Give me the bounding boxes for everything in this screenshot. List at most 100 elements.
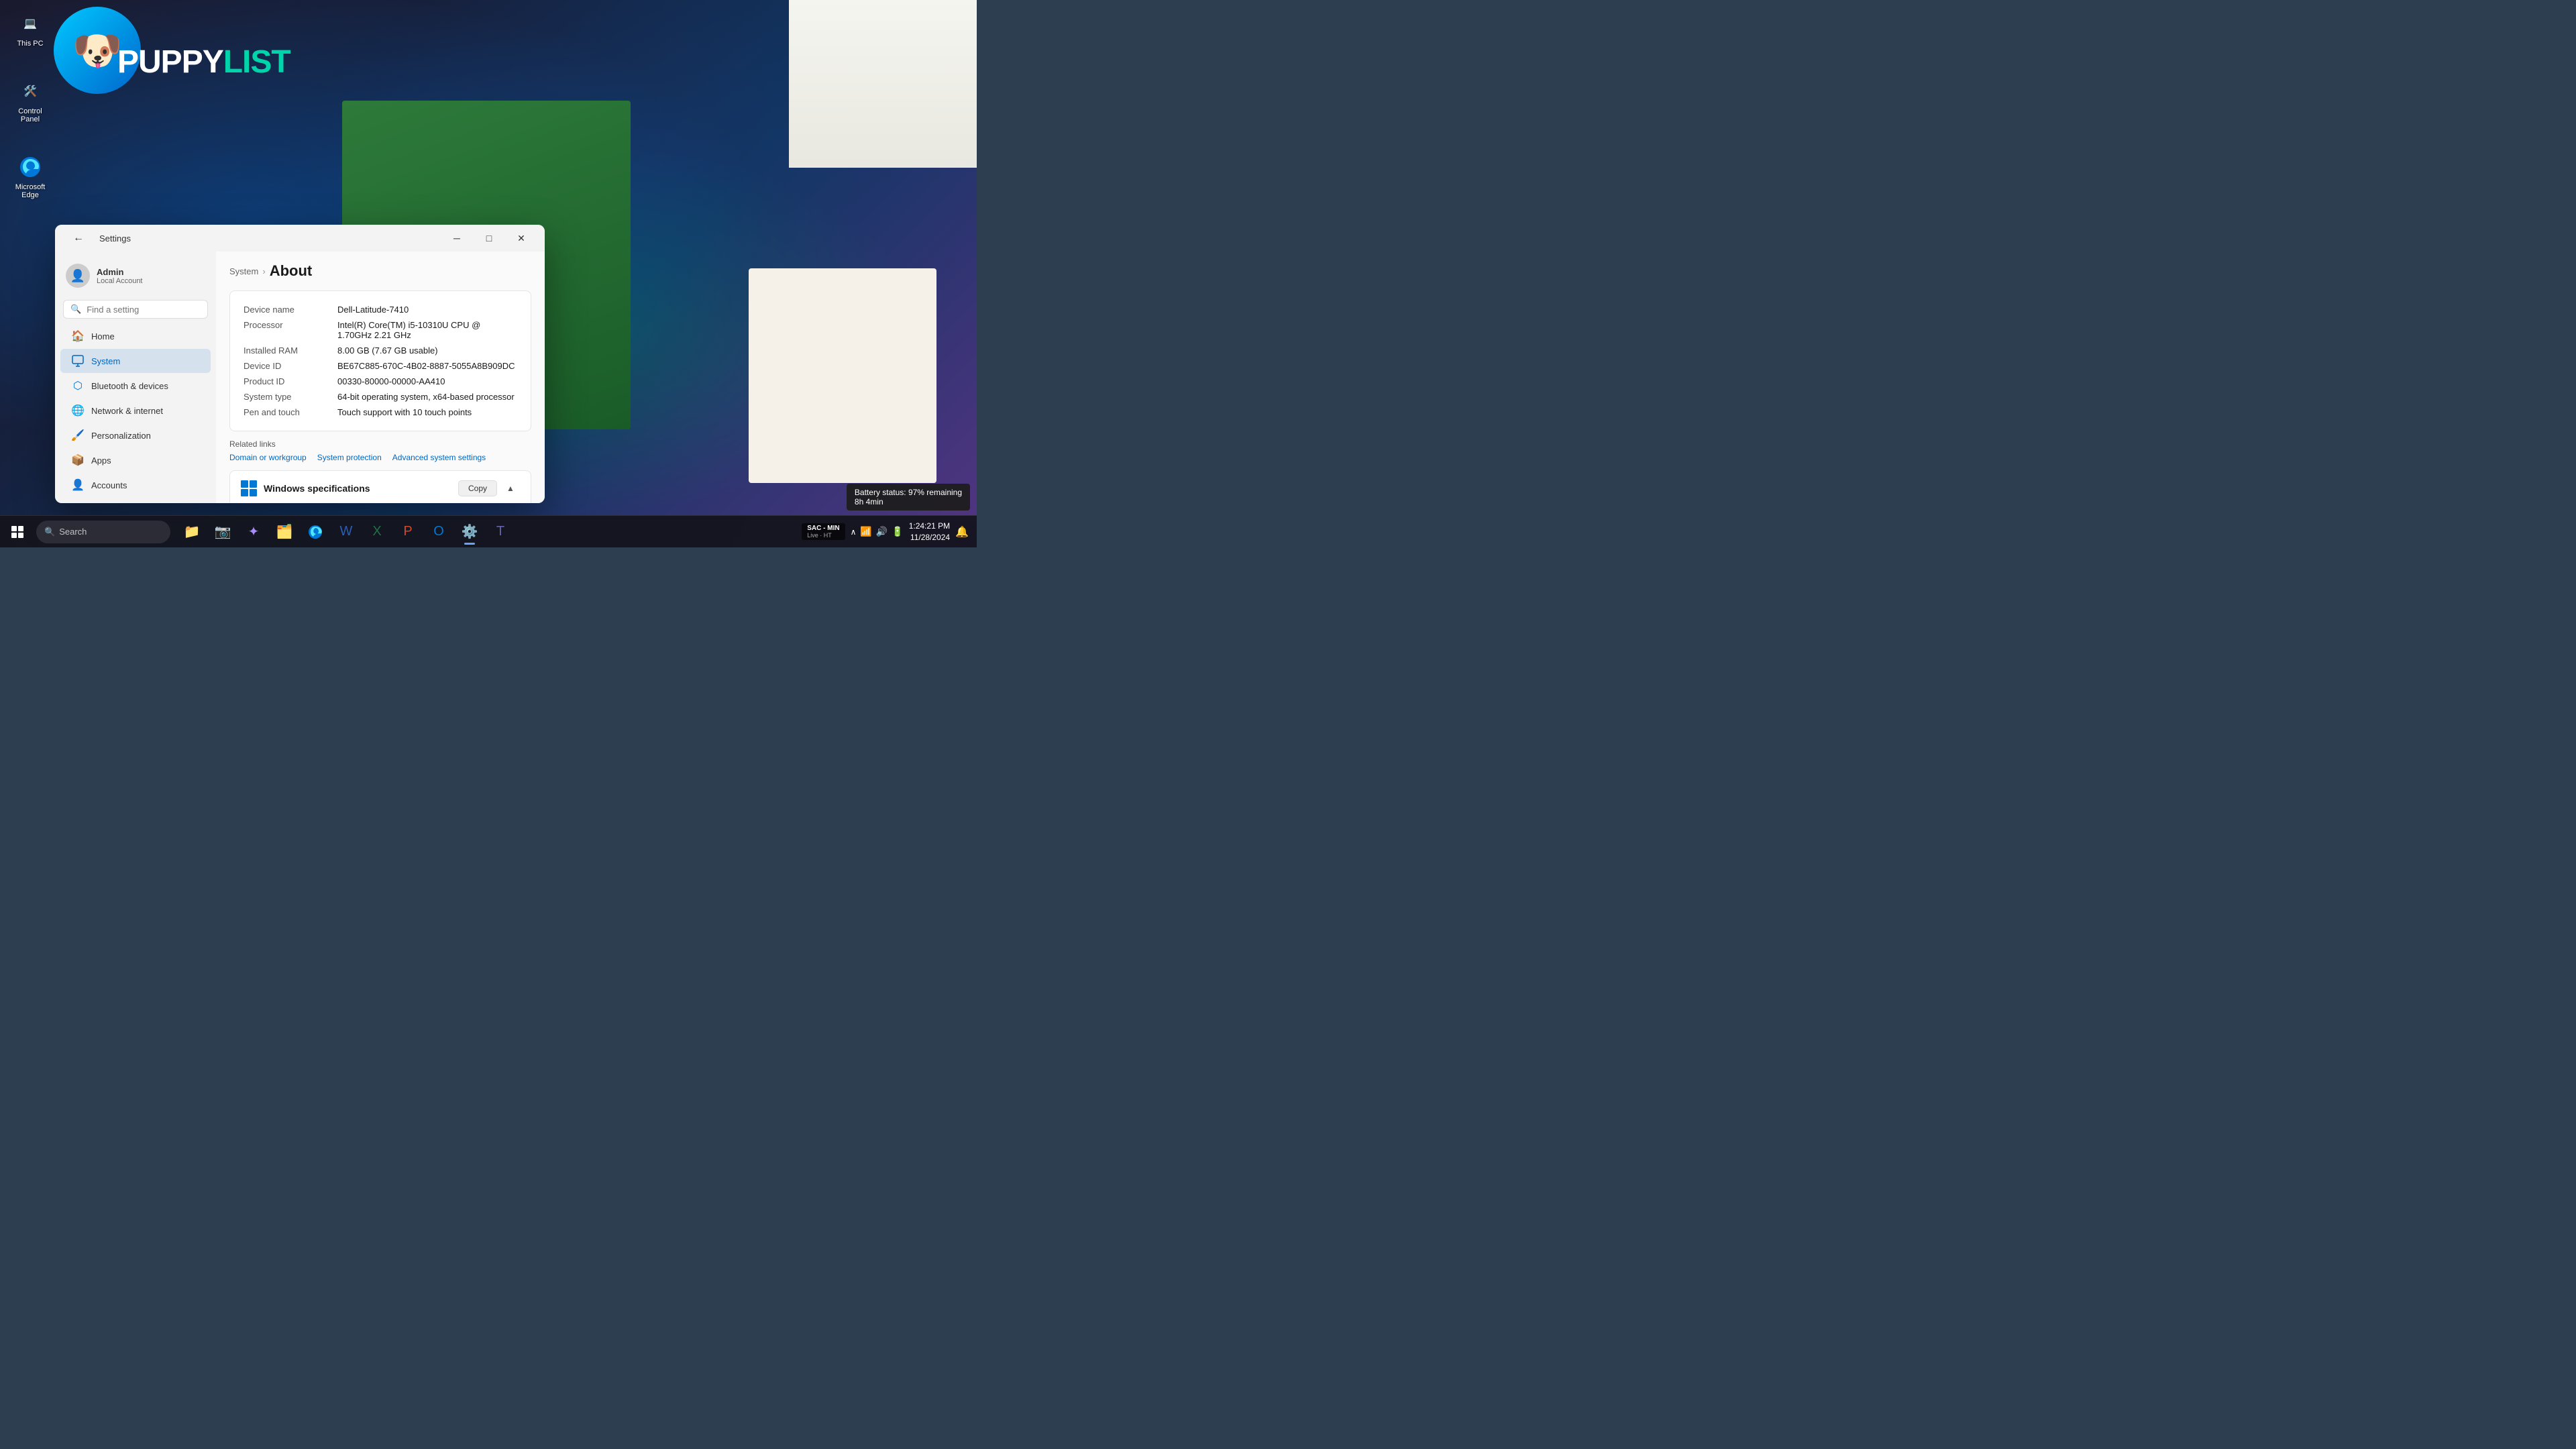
taskbar-app-photos[interactable]: 📷	[208, 517, 237, 547]
taskbar-app-word[interactable]: W	[331, 517, 361, 547]
network-icon: 🌐	[71, 404, 85, 417]
sidebar-item-system-label: System	[91, 356, 120, 366]
windows-specs-section: Windows specifications Copy ▲ Edition Wi…	[229, 470, 531, 503]
edge-taskbar-icon	[308, 525, 323, 539]
back-button[interactable]: ←	[63, 227, 94, 249]
taskbar-search[interactable]: 🔍 Search	[36, 521, 170, 543]
sidebar-item-bluetooth-label: Bluetooth & devices	[91, 381, 168, 391]
window-title: Settings	[99, 233, 131, 244]
close-button[interactable]: ✕	[506, 227, 537, 249]
sidebar-item-home[interactable]: 🏠 Home	[60, 324, 211, 348]
win-q2	[18, 526, 23, 531]
taskbar-search-icon: 🔍	[44, 527, 55, 537]
battery-tooltip: Battery status: 97% remaining 8h 4min	[847, 484, 970, 511]
battery-icon[interactable]: 🔋	[892, 526, 903, 537]
minimize-button[interactable]: ─	[441, 227, 472, 249]
user-name: Admin	[97, 267, 143, 277]
sidebar-item-time[interactable]: 🕐 Time & language	[60, 498, 211, 503]
settings-sidebar: 👤 Admin Local Account 🔍 🏠 Home	[55, 252, 216, 503]
breadcrumb: System › About	[229, 262, 531, 280]
taskbar-app-teams[interactable]: T	[486, 517, 515, 547]
desktop-icon-control-panel[interactable]: 🛠️ Control Panel	[7, 74, 54, 127]
personalization-icon: 🖌️	[71, 429, 85, 442]
chevron-up-icon[interactable]: ∧	[851, 527, 857, 537]
copy-button[interactable]: Copy	[458, 480, 497, 496]
win-specs-controls: Copy ▲	[458, 479, 520, 498]
advanced-settings-link[interactable]: Advanced system settings	[392, 453, 486, 462]
taskbar-app-copilot[interactable]: ✦	[239, 517, 268, 547]
edge-label: Microsoft Edge	[10, 183, 50, 199]
start-button[interactable]	[3, 517, 32, 547]
taskbar-app-folder[interactable]: 🗂️	[270, 517, 299, 547]
desktop-icon-edge[interactable]: Microsoft Edge	[7, 150, 54, 203]
taskbar-clock[interactable]: 1:24:21 PM 11/28/2024	[909, 521, 950, 543]
sidebar-item-system[interactable]: System	[60, 349, 211, 373]
battery-status-line1: Battery status: 97% remaining	[855, 488, 962, 497]
edge-icon	[17, 154, 44, 180]
ram-value: 8.00 GB (7.67 GB usable)	[337, 345, 438, 356]
domain-workgroup-link[interactable]: Domain or workgroup	[229, 453, 307, 462]
right-decoration	[789, 0, 977, 168]
sidebar-item-apps[interactable]: 📦 Apps	[60, 448, 211, 472]
system-type-value: 64-bit operating system, x64-based proce…	[337, 392, 515, 402]
taskbar-app-edge[interactable]	[301, 517, 330, 547]
powerpoint-icon: P	[403, 524, 412, 539]
excel-icon: X	[372, 524, 381, 539]
taskbar-app-outlook[interactable]: O	[424, 517, 453, 547]
clock-time: 1:24:21 PM	[909, 521, 950, 532]
product-id-label: Product ID	[244, 376, 337, 386]
nba-score-badge[interactable]: SAC - MIN Live · HT	[802, 523, 845, 540]
settings-search-input[interactable]	[87, 305, 201, 315]
search-icon: 🔍	[70, 304, 81, 315]
pen-touch-value: Touch support with 10 touch points	[337, 407, 472, 417]
device-id-label: Device ID	[244, 361, 337, 371]
taskbar-app-powerpoint[interactable]: P	[393, 517, 423, 547]
taskbar-tray-icons: ∧ 📶 🔊 🔋	[851, 526, 904, 537]
sidebar-item-network[interactable]: 🌐 Network & internet	[60, 398, 211, 423]
craft-paper-decoration	[749, 268, 936, 483]
sidebar-item-accounts[interactable]: 👤 Accounts	[60, 473, 211, 497]
nba-score: SAC - MIN	[807, 525, 839, 532]
system-protection-link[interactable]: System protection	[317, 453, 382, 462]
wifi-icon[interactable]: 📶	[860, 526, 871, 537]
taskbar-app-settings[interactable]: ⚙️	[455, 517, 484, 547]
win-specs-title-row: Windows specifications	[241, 480, 370, 496]
device-specs-panel: Device name Dell-Latitude-7410 Processor…	[229, 290, 531, 431]
sidebar-item-bluetooth[interactable]: ⬡ Bluetooth & devices	[60, 374, 211, 398]
teams-icon: T	[496, 524, 504, 539]
taskbar-app-excel[interactable]: X	[362, 517, 392, 547]
this-pc-icon: 💻	[17, 10, 44, 37]
battery-status-line2: 8h 4min	[855, 497, 962, 506]
win-specs-header: Windows specifications Copy ▲	[230, 471, 531, 503]
notification-icon[interactable]: 🔔	[955, 525, 969, 539]
sidebar-item-accounts-label: Accounts	[91, 480, 127, 490]
settings-body: 👤 Admin Local Account 🔍 🏠 Home	[55, 252, 545, 503]
title-bar: ← Settings ─ □ ✕	[55, 225, 545, 252]
spec-row-ram: Installed RAM 8.00 GB (7.67 GB usable)	[244, 343, 517, 358]
spec-row-product-id: Product ID 00330-80000-00000-AA410	[244, 374, 517, 389]
collapse-button[interactable]: ▲	[501, 479, 520, 498]
avatar: 👤	[66, 264, 90, 288]
volume-icon[interactable]: 🔊	[876, 526, 888, 537]
clock-date: 11/28/2024	[909, 532, 950, 543]
word-icon: W	[340, 524, 353, 539]
apps-icon: 📦	[71, 453, 85, 467]
desktop: 🐶 PUPPYLIST 💻 This PC 🛠️ Control Panel M…	[0, 0, 977, 547]
product-id-value: 00330-80000-00000-AA410	[337, 376, 445, 386]
taskbar-app-explorer[interactable]: 📁	[177, 517, 207, 547]
system-type-label: System type	[244, 392, 337, 402]
settings-search-box[interactable]: 🔍	[63, 300, 208, 319]
sidebar-item-personalization[interactable]: 🖌️ Personalization	[60, 423, 211, 447]
taskbar-right: SAC - MIN Live · HT ∧ 📶 🔊 🔋 1:24:21 PM 1…	[802, 521, 977, 543]
photos-icon: 📷	[215, 523, 231, 540]
user-info: Admin Local Account	[97, 267, 143, 285]
user-profile[interactable]: 👤 Admin Local Account	[55, 257, 216, 294]
processor-value: Intel(R) Core(TM) i5-10310U CPU @ 1.70GH…	[337, 320, 517, 340]
desktop-icon-this-pc[interactable]: 💻 This PC	[7, 7, 54, 51]
settings-icon: ⚙️	[462, 523, 478, 540]
win-q4	[18, 533, 23, 538]
maximize-button[interactable]: □	[474, 227, 504, 249]
spec-row-device-name: Device name Dell-Latitude-7410	[244, 302, 517, 317]
outlook-icon: O	[433, 524, 444, 539]
pen-touch-label: Pen and touch	[244, 407, 337, 417]
